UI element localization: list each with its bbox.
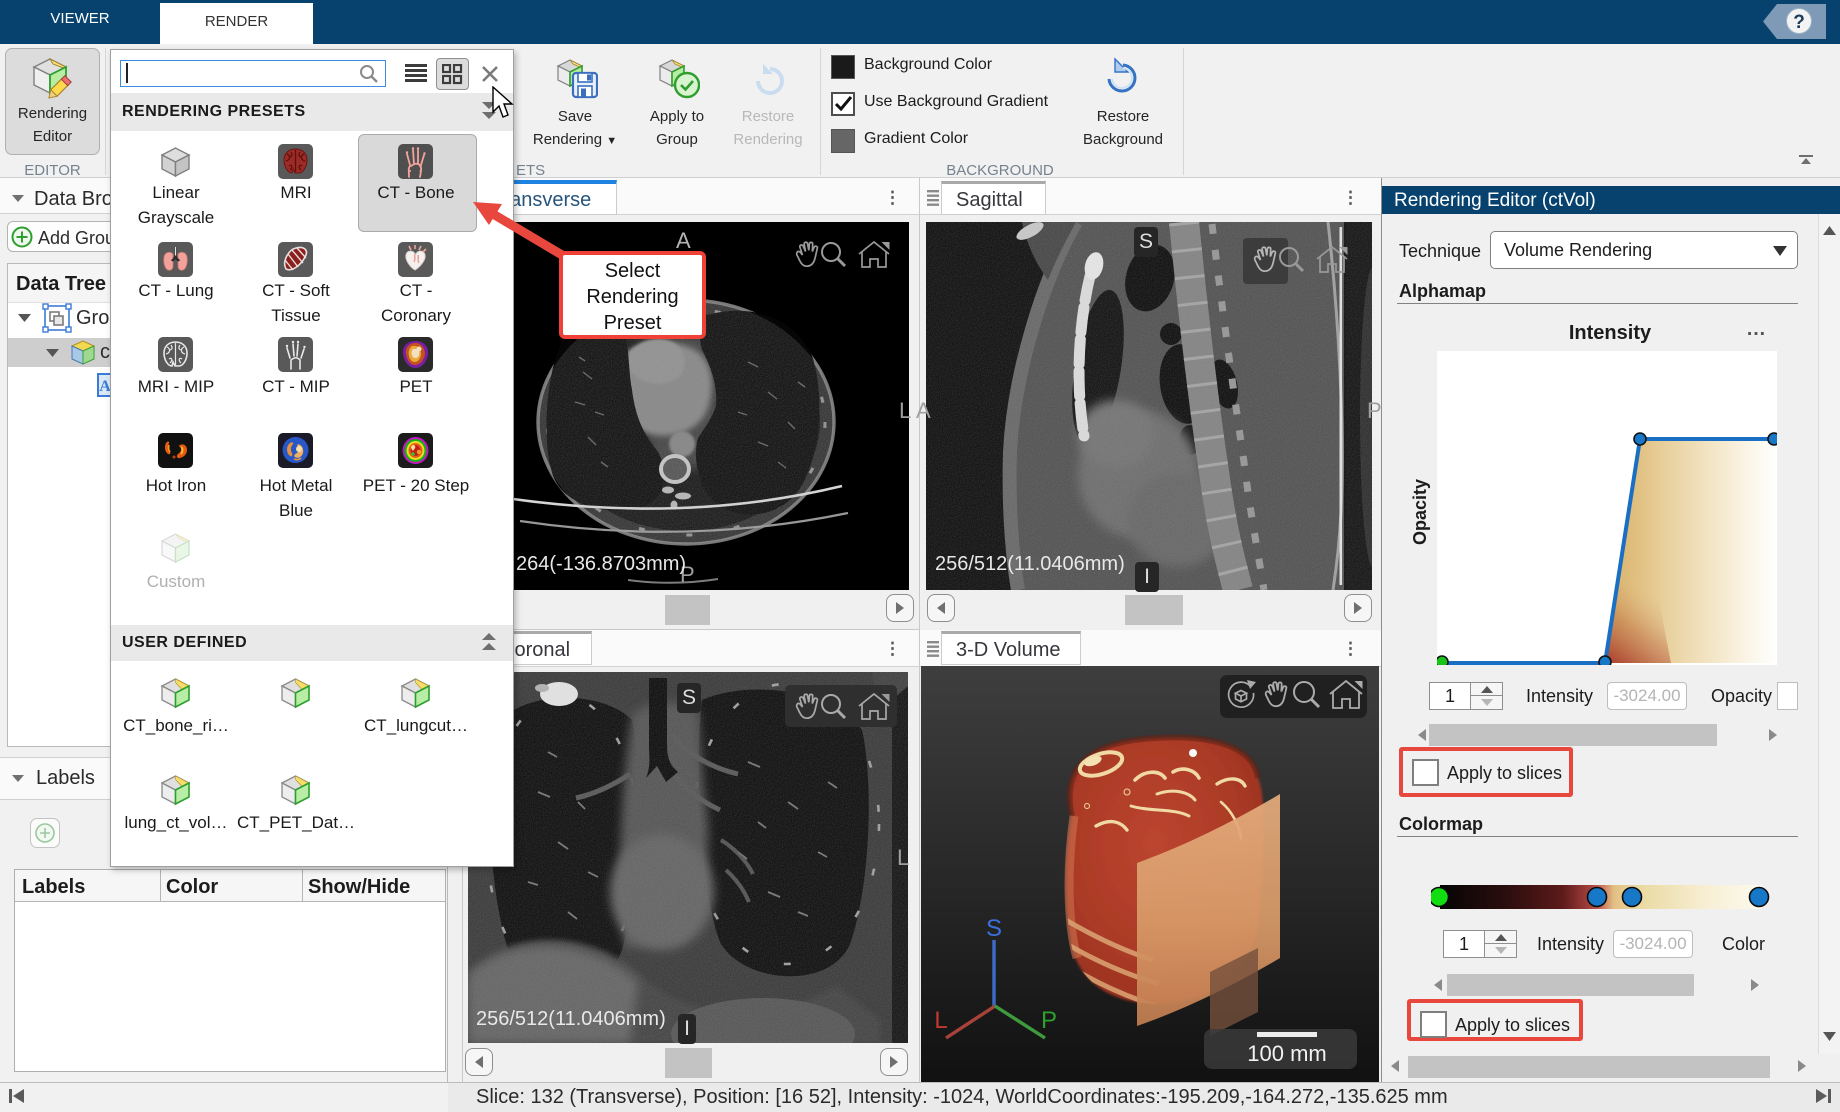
svg-text:?: ? [1793, 12, 1805, 33]
svg-text:P: P [1041, 1007, 1057, 1034]
svg-text:S: S [986, 915, 1002, 942]
svg-text:L: L [934, 1007, 947, 1034]
svg-text:100 mm: 100 mm [1247, 1041, 1326, 1066]
